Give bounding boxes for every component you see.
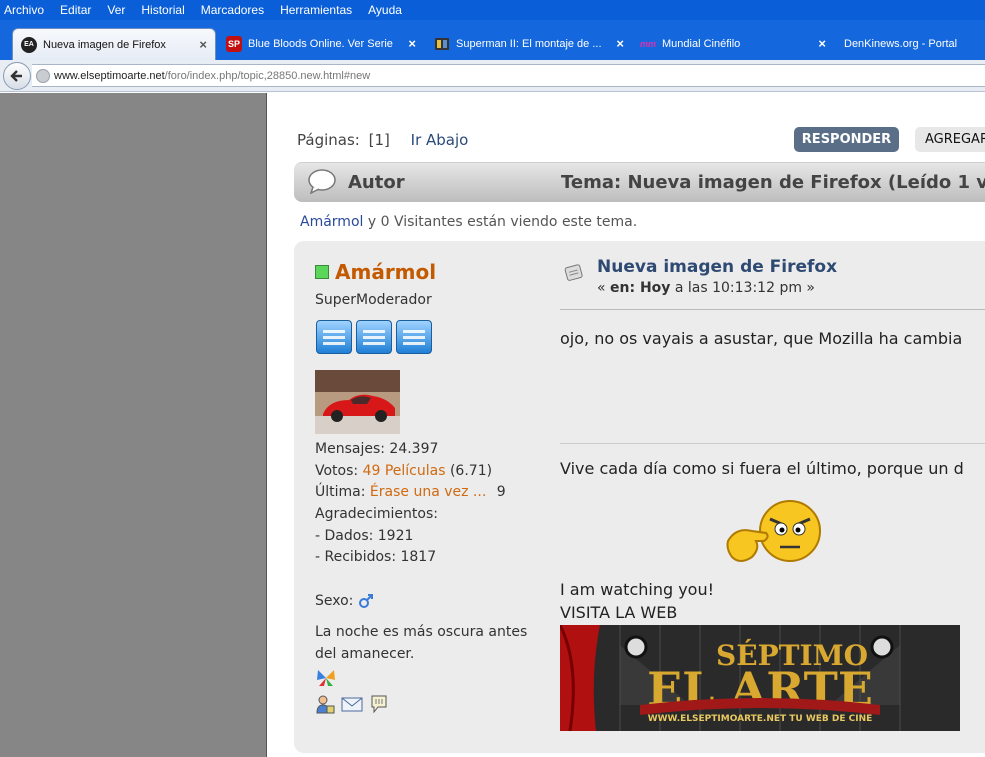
male-symbol-icon — [358, 594, 373, 608]
email-icon[interactable] — [341, 694, 363, 714]
divider — [560, 309, 985, 310]
profile-actions — [315, 694, 389, 714]
signature-visit: VISITA LA WEB — [560, 603, 678, 622]
back-arrow-icon — [10, 70, 22, 82]
menu-marcadores[interactable]: Marcadores — [201, 3, 264, 17]
post-subject-link[interactable]: Nueva imagen de Firefox — [597, 257, 837, 277]
signature-line: Vive cada día como si fuera el último, p… — [560, 459, 964, 478]
rank-stars — [316, 320, 432, 354]
navigation-bar: www.elseptimoarte.net/foro/index.php/top… — [0, 60, 985, 92]
tab-title: Blue Bloods Online. Ver Serie — [248, 38, 393, 50]
sp-favicon-icon: SP — [226, 36, 242, 52]
menu-herramientas[interactable]: Herramientas — [280, 3, 352, 17]
viewing-text: y 0 Visitantes están viendo este tema. — [363, 214, 638, 230]
viewing-notice: Amármol y 0 Visitantes están viendo este… — [300, 214, 637, 230]
page-number[interactable]: [1] — [369, 131, 390, 149]
msn-butterfly-icon[interactable] — [315, 668, 337, 688]
close-tab-icon[interactable]: × — [199, 37, 207, 52]
message-icon — [564, 264, 583, 281]
tab-nueva-imagen[interactable]: EA Nueva imagen de Firefox × — [12, 28, 216, 60]
thanks-received: - Recibidos: 1817 — [315, 549, 437, 565]
tab-title: Superman II: El montaje de ... — [456, 38, 602, 50]
post-body: ojo, no os vayais a asustar, que Mozilla… — [560, 329, 963, 348]
post-date: « en: Hoy a las 10:13:12 pm » — [597, 280, 815, 296]
menu-editar[interactable]: Editar — [60, 3, 91, 17]
menu-archivo[interactable]: Archivo — [4, 3, 44, 17]
avatar — [315, 370, 400, 434]
close-tab-icon[interactable]: × — [408, 36, 416, 51]
author-column-header: Autor — [348, 172, 405, 193]
tab-strip: EA Nueva imagen de Firefox × SP Blue Blo… — [0, 20, 985, 60]
pointing-smiley-icon — [726, 500, 821, 562]
tab-denkinews[interactable]: DenKinews.org - Portal — [836, 28, 985, 60]
poster-motto: La noche es más oscura antes del amanece… — [315, 624, 528, 662]
menu-bar: Archivo Editar Ver Historial Marcadores … — [0, 0, 985, 20]
menu-ver[interactable]: Ver — [107, 3, 125, 17]
thanks-given: - Dados: 1921 — [315, 528, 414, 544]
topic-title-header: Tema: Nueva imagen de Firefox (Leído 1 v… — [561, 172, 985, 193]
url-text: www.elseptimoarte.net/foro/index.php/top… — [54, 69, 371, 82]
votes-stat: Votos: 49 Películas (6.71) — [315, 463, 493, 479]
poster-name-row: Amármol — [315, 260, 545, 284]
last-vote-link[interactable]: Érase una vez ... — [370, 484, 486, 500]
go-down-link[interactable]: Ir Abajo — [411, 131, 469, 149]
film-favicon-icon — [434, 36, 450, 52]
banner-url-text: WWW.ELSEPTIMOARTE.NET TU WEB DE CINE — [648, 714, 873, 724]
menu-ayuda[interactable]: Ayuda — [368, 3, 402, 17]
messages-stat: Mensajes: 24.397 — [315, 441, 439, 457]
pages-label: Páginas: — [297, 131, 360, 149]
back-button[interactable] — [3, 62, 31, 90]
votes-link[interactable]: 49 Películas — [363, 463, 446, 479]
globe-icon — [36, 68, 50, 83]
viewing-user-link[interactable]: Amármol — [300, 214, 363, 230]
online-status-icon — [315, 265, 329, 279]
signature-divider — [560, 443, 985, 444]
personal-message-icon[interactable] — [369, 694, 389, 714]
thanks-label: Agradecimientos: — [315, 506, 438, 522]
address-bar[interactable]: www.elseptimoarte.net/foro/index.php/top… — [32, 64, 985, 87]
tab-title: DenKinews.org - Portal — [844, 38, 958, 50]
rank-star-icon — [356, 320, 392, 354]
signature-watching: I am watching you! — [560, 580, 715, 599]
ea-favicon-icon: EA — [21, 36, 37, 53]
speech-bubble-icon — [308, 169, 336, 194]
last-vote-stat: Última: Érase una vez ... 9 — [315, 484, 506, 500]
tab-title: Nueva imagen de Firefox — [43, 38, 166, 51]
left-margin — [0, 93, 266, 757]
site-banner[interactable]: SÉPTIMO EL ARTE WWW.ELSEPTIMOARTE.NET TU… — [560, 625, 960, 731]
poster-role: SuperModerador — [315, 292, 432, 308]
close-tab-icon[interactable]: × — [616, 36, 624, 51]
tab-title: Mundial Cinéfilo — [662, 38, 741, 50]
reply-button[interactable]: RESPONDER — [794, 127, 899, 152]
menu-historial[interactable]: Historial — [141, 3, 184, 17]
tab-mundial-cinefilo[interactable]: mm Mundial Cinéfilo × — [632, 28, 834, 60]
rank-star-icon — [316, 320, 352, 354]
mm-favicon-icon: mm — [640, 39, 657, 49]
pagination: Páginas: [1] Ir Abajo — [297, 131, 468, 149]
add-button[interactable]: AGREGAR — [915, 127, 985, 152]
poster-name[interactable]: Amármol — [335, 260, 436, 284]
close-tab-icon[interactable]: × — [818, 36, 826, 51]
sex-stat: Sexo: — [315, 593, 374, 609]
tab-blue-bloods[interactable]: SP Blue Bloods Online. Ver Serie × — [218, 28, 424, 60]
tab-superman[interactable]: Superman II: El montaje de ... × — [426, 28, 632, 60]
rank-star-icon — [396, 320, 432, 354]
profile-icon[interactable] — [315, 694, 335, 714]
